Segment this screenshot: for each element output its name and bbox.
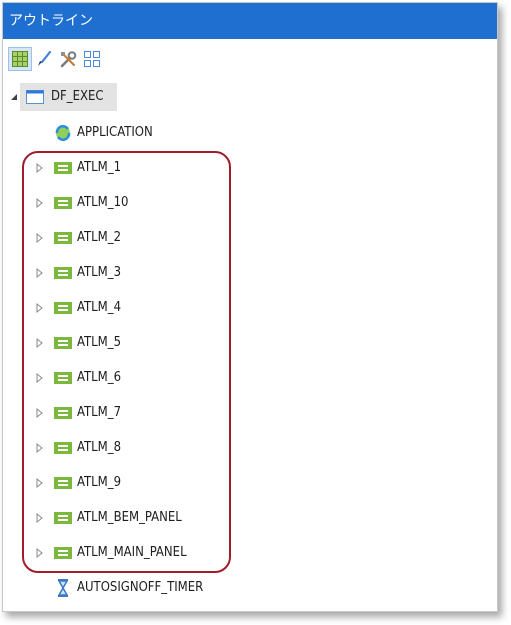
tree-node-label: APPLICATION — [77, 125, 153, 140]
window-icon — [25, 87, 45, 107]
collapse-arrow-icon[interactable] — [9, 92, 19, 102]
tree-node-label: AUTOSIGNOFF_TIMER — [77, 580, 204, 595]
outline-tree: DF_EXEC APPLICATION ATLM_1 ATLM_10 ATLM_… — [3, 3, 497, 611]
tree-node-timer[interactable]: AUTOSIGNOFF_TIMER — [3, 576, 303, 600]
highlight-annotation — [22, 151, 231, 573]
tree-node-root[interactable]: DF_EXEC — [3, 83, 303, 111]
outline-panel: アウトライン DF_EXEC APPLICATION ATLM_1 ATLM_1… — [2, 2, 498, 612]
application-icon — [53, 123, 73, 143]
tree-node-application[interactable]: APPLICATION — [3, 121, 303, 145]
hourglass-icon — [53, 578, 73, 598]
tree-node-label: DF_EXEC — [51, 89, 104, 104]
